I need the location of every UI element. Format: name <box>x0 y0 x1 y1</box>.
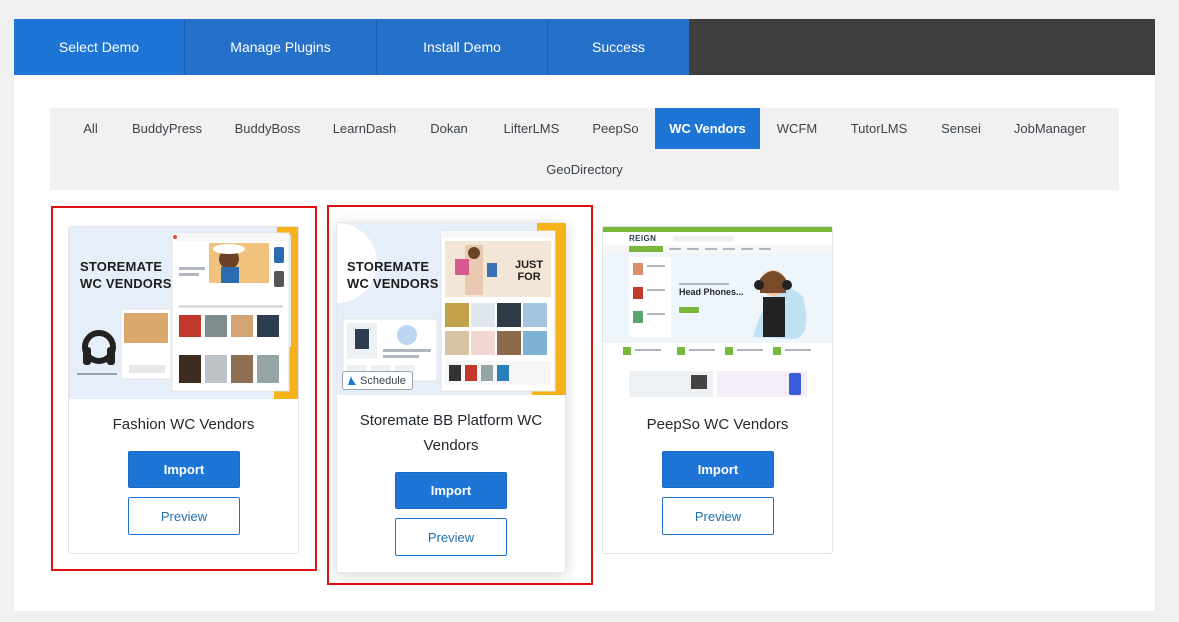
demo-filter-tabs: All BuddyPress BuddyBoss LearnDash Dokan… <box>50 108 1119 190</box>
filter-peepso[interactable]: PeepSo <box>579 108 652 149</box>
demo-thumbnail: REIGN Head Phones... <box>603 227 832 399</box>
filter-dokan[interactable]: Dokan <box>414 108 484 149</box>
highlight-box-card-2 <box>327 205 593 585</box>
import-button[interactable]: Import <box>662 451 774 488</box>
filter-wcfm[interactable]: WCFM <box>765 108 829 149</box>
step-install-demo[interactable]: Install Demo <box>377 19 548 75</box>
preview-button[interactable]: Preview <box>662 497 774 535</box>
filter-buddyboss[interactable]: BuddyBoss <box>221 108 314 149</box>
filter-all[interactable]: All <box>69 108 112 149</box>
filter-buddypress[interactable]: BuddyPress <box>120 108 214 149</box>
step-select-demo[interactable]: Select Demo <box>14 19 185 84</box>
filter-learndash[interactable]: LearnDash <box>322 108 407 149</box>
thumb-hero-text: Head Phones... <box>679 287 744 297</box>
filter-sensei[interactable]: Sensei <box>928 108 994 149</box>
filter-geodirectory[interactable]: GeoDirectory <box>530 149 639 190</box>
filter-tutorlms[interactable]: TutorLMS <box>837 108 921 149</box>
highlight-box-card-1 <box>51 206 317 571</box>
filter-wc-vendors[interactable]: WC Vendors <box>655 108 760 149</box>
demo-panel: All BuddyPress BuddyBoss LearnDash Dokan… <box>14 75 1155 611</box>
demo-card-peepso-wc-vendors: REIGN Head Phones... PeepSo WC Vendors I… <box>602 226 833 554</box>
demo-title: PeepSo WC Vendors <box>646 416 789 433</box>
filter-lifterlms[interactable]: LifterLMS <box>491 108 572 149</box>
step-manage-plugins[interactable]: Manage Plugins <box>185 19 377 75</box>
thumb-logo: REIGN <box>629 234 657 243</box>
wizard-steps-bar: Select Demo Manage Plugins Install Demo … <box>14 19 1155 84</box>
step-success[interactable]: Success <box>548 19 689 75</box>
filter-jobmanager[interactable]: JobManager <box>1001 108 1099 149</box>
